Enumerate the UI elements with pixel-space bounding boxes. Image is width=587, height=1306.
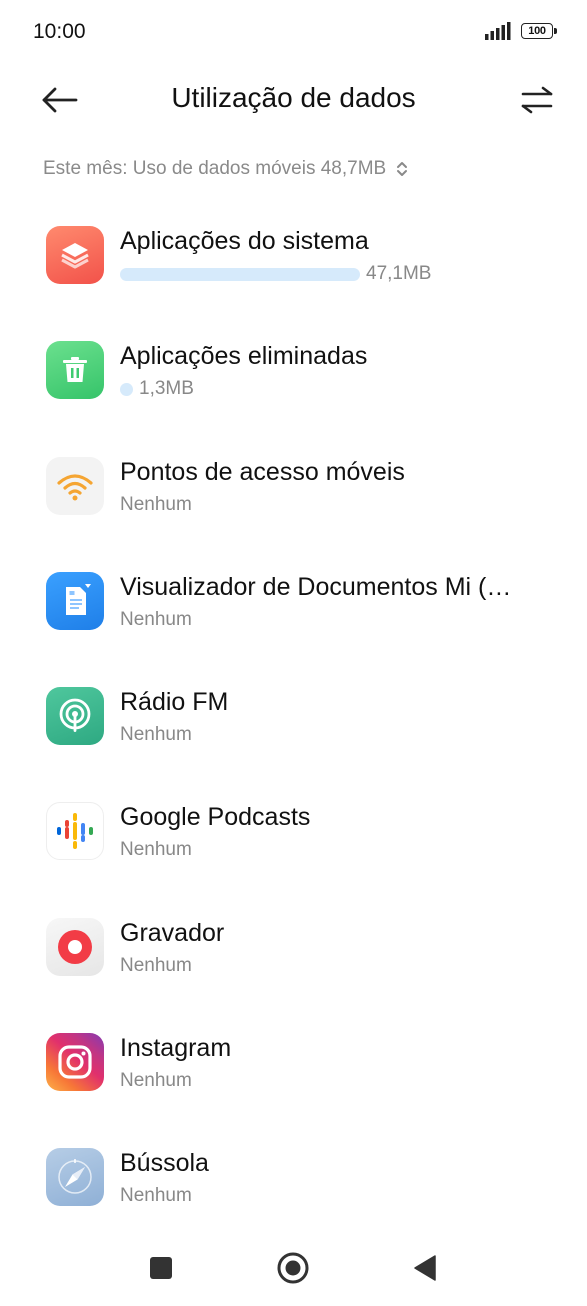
app-name: Visualizador de Documentos Mi (…: [120, 572, 512, 601]
usage-value: 47,1MB: [366, 263, 432, 284]
usage-value: Nenhum: [120, 1070, 192, 1092]
app-row-compass[interactable]: Bússola Nenhum: [0, 1127, 587, 1242]
app-name: Pontos de acesso móveis: [120, 457, 405, 486]
usage-value: Nenhum: [120, 493, 192, 515]
app-name: Google Podcasts: [120, 803, 311, 832]
chevron-up-down-icon: [397, 162, 408, 176]
app-usage: Nenhum: [120, 494, 192, 516]
app-row-recorder[interactable]: Gravador Nenhum: [0, 897, 587, 1012]
recents-button[interactable]: [141, 1250, 181, 1286]
navigation-bar: [0, 1236, 587, 1298]
recorder-icon: [46, 917, 104, 976]
app-usage: Nenhum: [120, 1070, 192, 1092]
usage-value: 1,3MB: [139, 378, 194, 400]
status-bar: 10:00 100: [0, 0, 587, 62]
swap-button[interactable]: [517, 82, 557, 118]
back-nav-button[interactable]: [405, 1250, 445, 1286]
app-usage: 47,1MB: [120, 263, 431, 285]
app-row-google-podcasts[interactable]: Google Podcasts Nenhum: [0, 781, 587, 896]
podcasts-icon: [46, 802, 104, 861]
app-usage: Nenhum: [120, 1185, 192, 1207]
usage-value: Nenhum: [120, 954, 192, 976]
app-usage: Nenhum: [120, 955, 192, 977]
app-name: Instagram: [120, 1034, 232, 1063]
document-icon: [46, 571, 104, 630]
compass-icon: [46, 1148, 104, 1207]
square-icon: [150, 1257, 172, 1279]
header: Utilização de dados: [0, 70, 587, 130]
month-selector[interactable]: Este mês: Uso de dados móveis 48,7MB: [43, 158, 408, 180]
usage-bar: [120, 382, 133, 396]
app-usage: Nenhum: [120, 609, 192, 631]
app-row-hotspot[interactable]: Pontos de acesso móveis Nenhum: [0, 436, 587, 551]
usage-value: Nenhum: [120, 1185, 192, 1207]
app-row-document-viewer[interactable]: Visualizador de Documentos Mi (… Nenhum: [0, 551, 587, 666]
app-row-deleted-apps[interactable]: Aplicações eliminadas 1,3MB: [0, 320, 587, 435]
app-usage: Nenhum: [120, 724, 192, 746]
page-title: Utilização de dados: [171, 82, 416, 113]
app-name: Aplicações eliminadas: [120, 342, 368, 371]
app-list: Aplicações do sistema 47,1MB Aplicações …: [0, 205, 587, 1243]
usage-value: Nenhum: [120, 839, 192, 861]
app-row-fm-radio[interactable]: Rádio FM Nenhum: [0, 666, 587, 781]
instagram-icon: [46, 1033, 104, 1092]
home-button[interactable]: [273, 1250, 313, 1286]
usage-value: Nenhum: [120, 608, 192, 630]
triangle-back-icon: [414, 1255, 436, 1281]
app-name: Gravador: [120, 918, 225, 947]
app-usage: Nenhum: [120, 839, 192, 861]
app-row-system-apps[interactable]: Aplicações do sistema 47,1MB: [0, 205, 587, 320]
status-icons: 100: [485, 22, 557, 40]
app-usage: 1,3MB: [120, 378, 194, 400]
app-name: Aplicações do sistema: [120, 227, 369, 255]
app-name: Bússola: [120, 1149, 209, 1178]
swap-arrows-icon: [521, 86, 553, 114]
trash-icon: [46, 341, 104, 400]
battery-icon: 100: [521, 23, 557, 39]
system-apps-icon: [46, 226, 104, 284]
signal-icon: [485, 22, 511, 40]
month-usage-label: Este mês: Uso de dados móveis 48,7MB: [43, 158, 387, 179]
status-time: 10:00: [33, 20, 86, 43]
app-row-instagram[interactable]: Instagram Nenhum: [0, 1012, 587, 1127]
circle-icon: [277, 1252, 309, 1284]
app-name: Rádio FM: [120, 688, 229, 717]
radio-icon: [46, 687, 104, 746]
hotspot-icon: [46, 456, 104, 515]
usage-value: Nenhum: [120, 724, 192, 746]
usage-bar: [120, 267, 360, 281]
